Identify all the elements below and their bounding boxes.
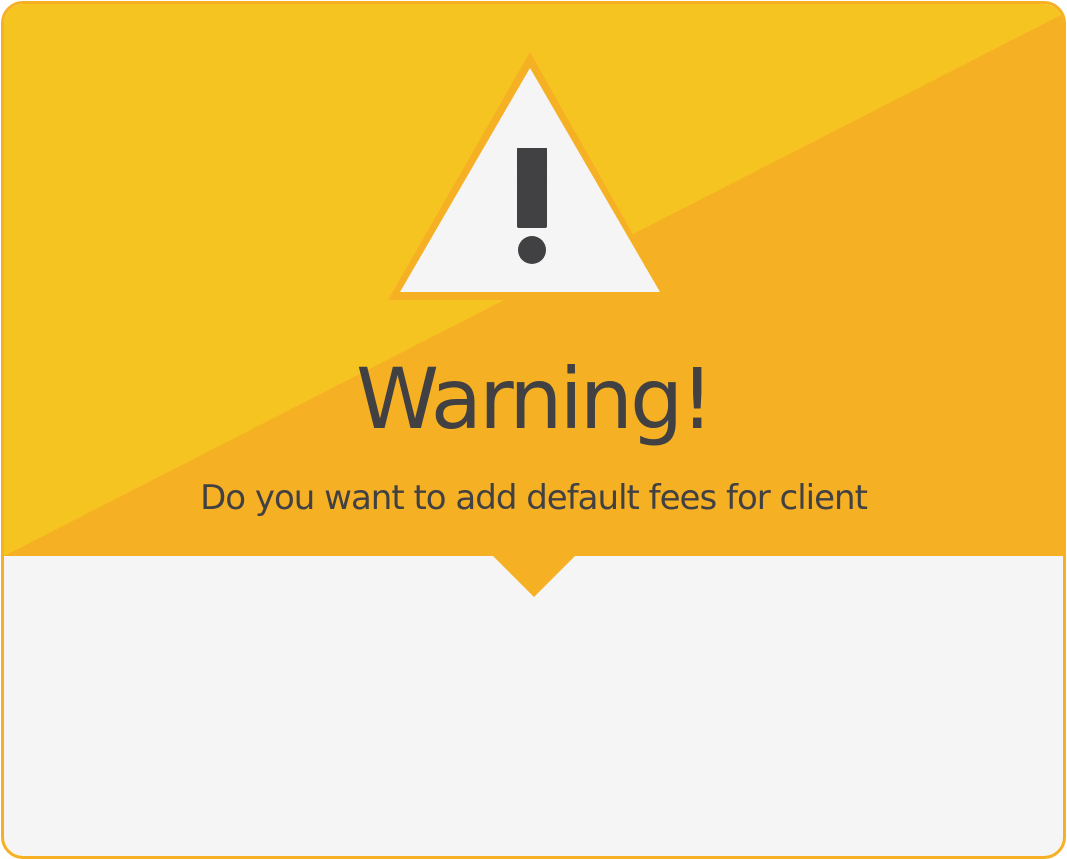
- header-pointer-arrow: [492, 555, 576, 597]
- dialog-message: Do you want to add default fees for clie…: [200, 478, 868, 518]
- dialog-title: Warning!: [355, 350, 714, 448]
- warning-dialog: Warning! Do you want to add default fees…: [1, 1, 1066, 859]
- warning-triangle-icon: [388, 52, 670, 300]
- dialog-body: [4, 556, 1063, 856]
